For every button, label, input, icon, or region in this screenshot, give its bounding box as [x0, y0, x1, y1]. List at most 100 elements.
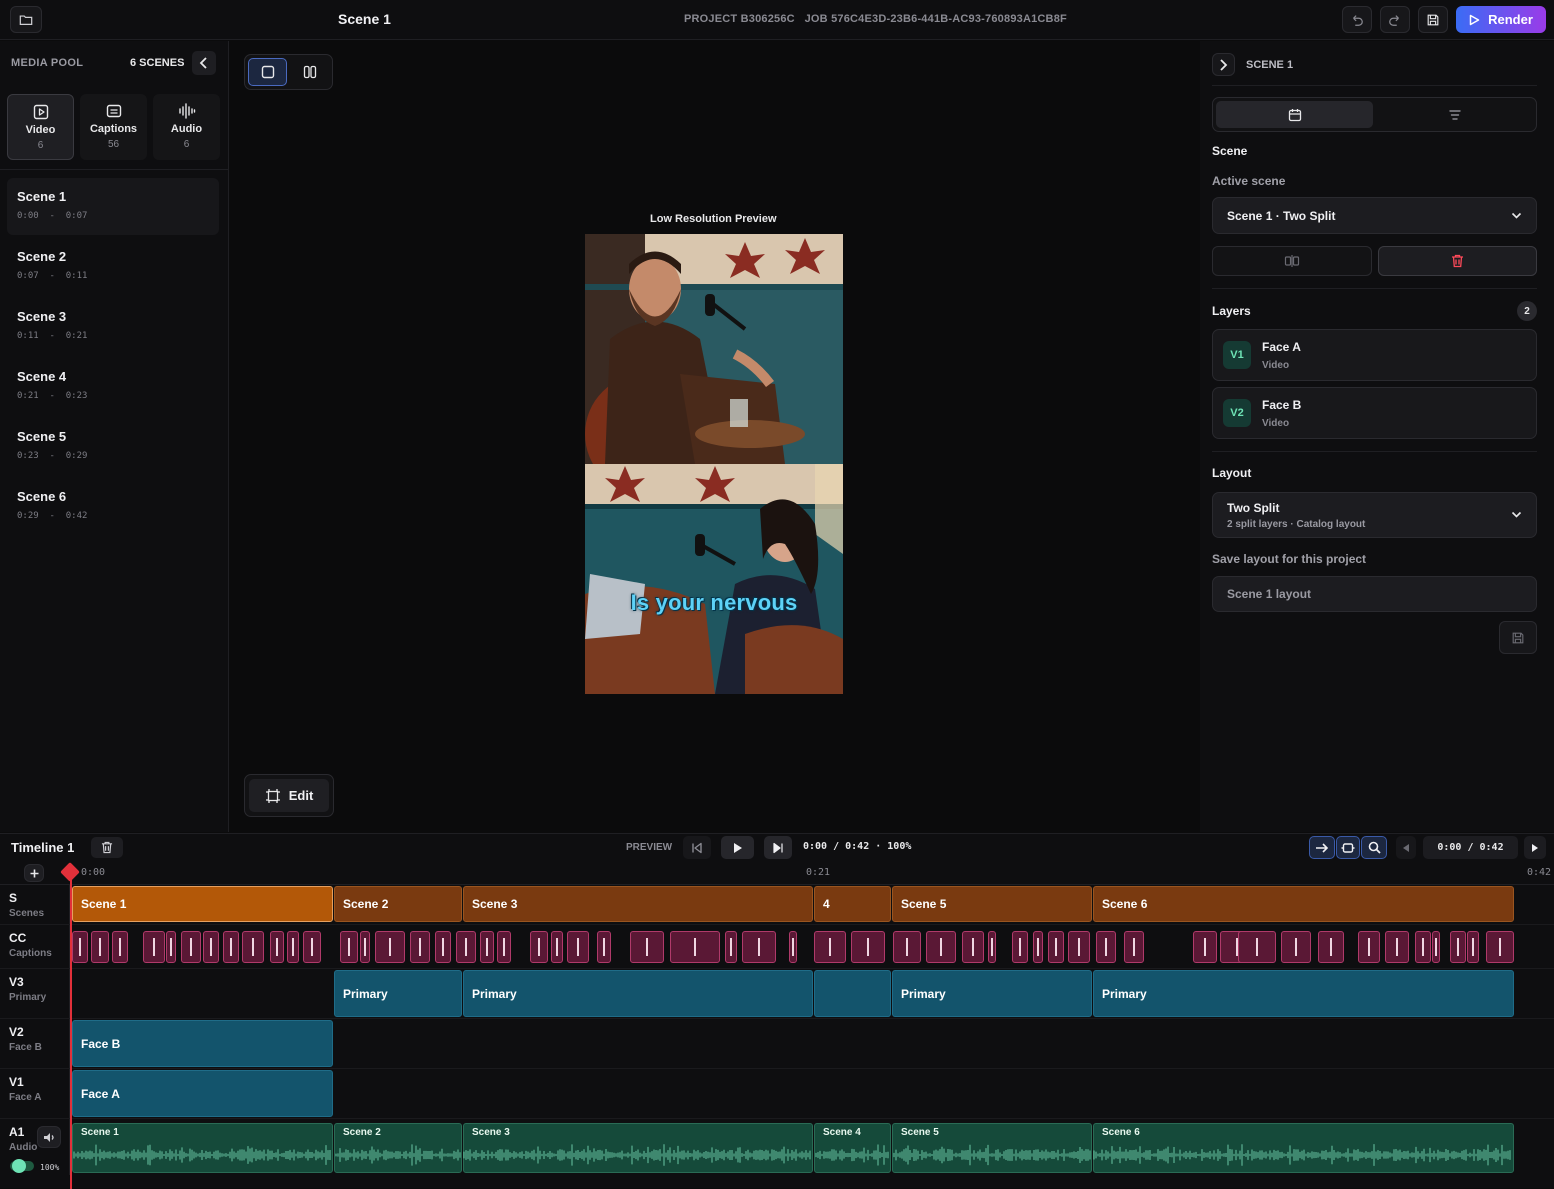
caption-clip[interactable]: [1432, 931, 1440, 963]
caption-clip[interactable]: [270, 931, 284, 963]
caption-clip[interactable]: [1318, 931, 1344, 963]
active-scene-select[interactable]: Scene 1 · Two Split: [1212, 197, 1537, 234]
caption-clip[interactable]: [1193, 931, 1217, 963]
layer-item[interactable]: V2 Face B Video: [1212, 387, 1537, 439]
caption-clip[interactable]: [1385, 931, 1409, 963]
caption-clip[interactable]: [567, 931, 589, 963]
caption-clip[interactable]: [303, 931, 321, 963]
caption-clip[interactable]: [1068, 931, 1090, 963]
caption-clip[interactable]: [725, 931, 737, 963]
save-button[interactable]: [1418, 6, 1448, 33]
scroll-left-button[interactable]: [1396, 836, 1416, 859]
scene-clip[interactable]: Scene 1: [72, 886, 333, 922]
caption-clip[interactable]: [630, 931, 664, 963]
caption-clip[interactable]: [497, 931, 511, 963]
caption-clip[interactable]: [1033, 931, 1043, 963]
caption-clip[interactable]: [851, 931, 885, 963]
add-track-button[interactable]: [24, 864, 44, 882]
scene-list-item[interactable]: Scene 3 0:11 - 0:21: [7, 298, 219, 355]
caption-clip[interactable]: [1096, 931, 1116, 963]
delete-clip-button[interactable]: [91, 837, 123, 858]
caption-clip[interactable]: [166, 931, 176, 963]
render-button[interactable]: Render: [1456, 6, 1546, 33]
video-clip[interactable]: [814, 970, 891, 1017]
caption-clip[interactable]: [480, 931, 494, 963]
caption-clip[interactable]: [1415, 931, 1431, 963]
scene-clip[interactable]: Scene 3: [463, 886, 813, 922]
video-clip[interactable]: Face A: [72, 1070, 333, 1117]
scene-list-item[interactable]: Scene 1 0:00 - 0:07: [7, 178, 219, 235]
caption-clip[interactable]: [375, 931, 405, 963]
time-ruler[interactable]: 0:00 0:21 0:42: [0, 861, 1554, 885]
caption-clip[interactable]: [742, 931, 776, 963]
caption-clip[interactable]: [597, 931, 611, 963]
layer-item[interactable]: V1 Face A Video: [1212, 329, 1537, 381]
tab-captions[interactable]: Captions 56: [80, 94, 147, 160]
scene-list-item[interactable]: Scene 5 0:23 - 0:29: [7, 418, 219, 475]
caption-clip[interactable]: [551, 931, 563, 963]
caption-clip[interactable]: [1281, 931, 1311, 963]
save-layout-button[interactable]: [1499, 621, 1537, 654]
scene-list-item[interactable]: Scene 4 0:21 - 0:23: [7, 358, 219, 415]
video-clip[interactable]: Primary: [1093, 970, 1514, 1017]
video-clip[interactable]: Primary: [334, 970, 462, 1017]
scene-list-item[interactable]: Scene 2 0:07 - 0:11: [7, 238, 219, 295]
layout-name-input[interactable]: Scene 1 layout: [1212, 576, 1537, 612]
scene-clip[interactable]: Scene 2: [334, 886, 462, 922]
caption-clip[interactable]: [893, 931, 921, 963]
caption-clip[interactable]: [789, 931, 797, 963]
caption-clip[interactable]: [72, 931, 88, 963]
caption-clip[interactable]: [340, 931, 358, 963]
video-clip[interactable]: Primary: [463, 970, 813, 1017]
fit-timeline-button[interactable]: [1336, 836, 1360, 859]
caption-clip[interactable]: [456, 931, 476, 963]
video-preview[interactable]: Is your nervous: [585, 234, 843, 694]
split-scene-button[interactable]: [1212, 246, 1372, 276]
caption-clip[interactable]: [1124, 931, 1144, 963]
scene-clip[interactable]: 4: [814, 886, 891, 922]
tab-audio[interactable]: Audio 6: [153, 94, 220, 160]
split-view-button[interactable]: [290, 58, 329, 86]
scroll-right-button[interactable]: [1524, 836, 1546, 859]
skip-forward-button[interactable]: [764, 836, 792, 859]
caption-clip[interactable]: [988, 931, 996, 963]
caption-clip[interactable]: [530, 931, 548, 963]
collapse-panel-button[interactable]: [192, 51, 216, 75]
caption-clip[interactable]: [435, 931, 451, 963]
caption-clip[interactable]: [112, 931, 128, 963]
layout-select[interactable]: Two Split 2 split layers · Catalog layou…: [1212, 492, 1537, 538]
caption-clip[interactable]: [1486, 931, 1514, 963]
caption-clip[interactable]: [203, 931, 219, 963]
caption-clip[interactable]: [1012, 931, 1028, 963]
tab-video[interactable]: Video 6: [7, 94, 74, 160]
scene-list-item[interactable]: Scene 6 0:29 - 0:42: [7, 478, 219, 535]
caption-clip[interactable]: [1450, 931, 1466, 963]
scene-clip[interactable]: Scene 6: [1093, 886, 1514, 922]
redo-button[interactable]: [1380, 6, 1410, 33]
caption-clip[interactable]: [814, 931, 846, 963]
caption-clip[interactable]: [1238, 931, 1276, 963]
caption-clip[interactable]: [91, 931, 109, 963]
open-folder-button[interactable]: [10, 6, 42, 33]
caption-clip[interactable]: [1358, 931, 1380, 963]
caption-clip[interactable]: [962, 931, 984, 963]
caption-clip[interactable]: [410, 931, 430, 963]
caption-clip[interactable]: [287, 931, 299, 963]
delete-scene-button[interactable]: [1377, 246, 1537, 276]
video-clip[interactable]: Primary: [892, 970, 1092, 1017]
caption-clip[interactable]: [1467, 931, 1479, 963]
collapse-inspector-button[interactable]: [1212, 53, 1235, 76]
skip-back-button[interactable]: [683, 836, 711, 859]
caption-clip[interactable]: [223, 931, 239, 963]
edit-button[interactable]: Edit: [249, 779, 329, 812]
caption-clip[interactable]: [181, 931, 201, 963]
caption-clip[interactable]: [1048, 931, 1064, 963]
caption-clip[interactable]: [360, 931, 370, 963]
caption-clip[interactable]: [242, 931, 264, 963]
undo-button[interactable]: [1342, 6, 1372, 33]
single-view-button[interactable]: [248, 58, 288, 86]
video-clip[interactable]: Face B: [72, 1020, 333, 1067]
caption-clip[interactable]: [143, 931, 165, 963]
volume-toggle[interactable]: [10, 1159, 34, 1173]
caption-clip[interactable]: [926, 931, 956, 963]
